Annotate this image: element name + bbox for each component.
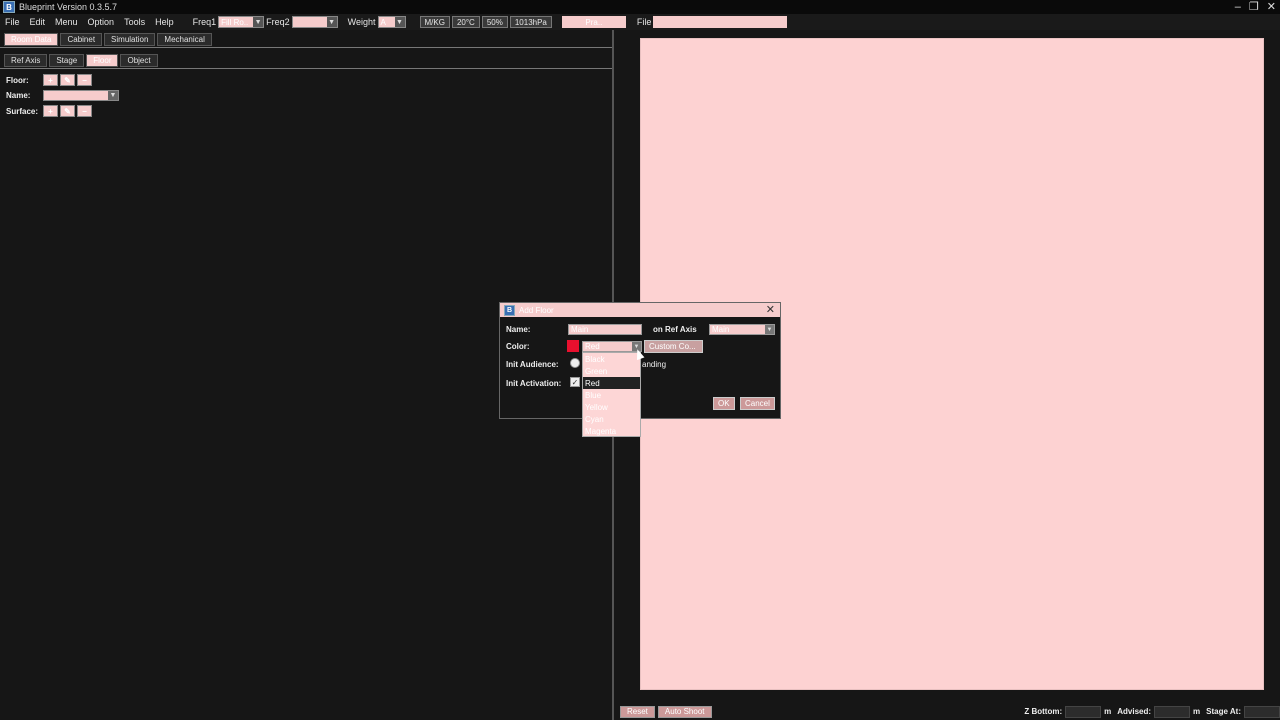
color-option-red[interactable]: Red xyxy=(583,377,640,389)
weight-select[interactable]: A ▼ xyxy=(377,16,406,28)
maximize-icon[interactable]: ❐ xyxy=(1249,0,1259,14)
tab-simulation[interactable]: Simulation xyxy=(104,33,156,46)
dialog-title-bar[interactable]: B Add Floor ✕ xyxy=(500,303,780,317)
z-bottom-unit: m xyxy=(1104,707,1112,716)
menu-edit[interactable]: Edit xyxy=(25,17,51,27)
main-tabs: Room Data Cabinet Simulation Mechanical xyxy=(4,33,212,46)
freq1-select[interactable]: Fill Ro.. ▼ xyxy=(218,16,265,28)
name-input[interactable]: Main xyxy=(568,324,642,335)
unit-mkg-button[interactable]: M/KG xyxy=(419,16,450,28)
tab-mechanical[interactable]: Mechanical xyxy=(157,33,212,46)
tab-divider xyxy=(0,47,612,48)
menu-option[interactable]: Option xyxy=(83,17,120,27)
tab-room-data[interactable]: Room Data xyxy=(4,33,59,46)
color-value: Red xyxy=(585,342,600,351)
unit-pressure-button[interactable]: 1013hPa xyxy=(509,16,552,28)
tab-floor[interactable]: Floor xyxy=(86,54,119,67)
remove-floor-button[interactable]: − xyxy=(77,74,92,86)
init-audience-label: Init Audience: xyxy=(506,360,559,369)
reset-button[interactable]: Reset xyxy=(620,705,655,718)
tab-object[interactable]: Object xyxy=(120,54,158,67)
minimize-icon[interactable]: – xyxy=(1235,0,1241,14)
subtab-divider xyxy=(0,68,612,69)
custom-color-button[interactable]: Custom Co... xyxy=(644,340,703,353)
menu-file[interactable]: File xyxy=(0,17,25,27)
title-bar: B Blueprint Version 0.3.5.7 – ❐ ✕ xyxy=(0,0,1280,14)
color-option-blue[interactable]: Blue xyxy=(583,389,640,401)
surface-row: Surface: + ✎ − xyxy=(6,105,94,117)
name-row: Name: ▼ xyxy=(6,90,119,101)
freq1-label: Freq1 xyxy=(192,17,217,27)
floor-label: Floor: xyxy=(6,75,29,85)
freq1-value: Fill Ro.. xyxy=(221,17,249,27)
color-option-magenta[interactable]: Magenta xyxy=(583,425,640,437)
name-label: Name: xyxy=(6,91,31,100)
surface-label: Surface: xyxy=(6,106,39,116)
tab-stage[interactable]: Stage xyxy=(49,54,85,67)
ok-button[interactable]: OK xyxy=(713,397,735,410)
file-label: File xyxy=(636,17,652,27)
advised-unit: m xyxy=(1193,707,1201,716)
tab-cabinet[interactable]: Cabinet xyxy=(60,33,103,46)
weight-label: Weight xyxy=(347,17,376,27)
advised-label: Advised: xyxy=(1117,707,1152,716)
file-field[interactable] xyxy=(653,16,788,28)
auto-shoot-button[interactable]: Auto Shoot xyxy=(657,705,712,718)
chevron-down-icon: ▼ xyxy=(326,17,337,27)
color-swatch xyxy=(567,340,579,352)
chevron-down-icon: ▼ xyxy=(394,17,405,27)
freq2-select[interactable]: ▼ xyxy=(291,16,338,28)
standing-label: anding xyxy=(642,360,667,369)
cancel-button[interactable]: Cancel xyxy=(740,397,775,410)
menu-help[interactable]: Help xyxy=(150,17,179,27)
menu-menu[interactable]: Menu xyxy=(50,17,83,27)
ref-axis-label: on Ref Axis xyxy=(653,325,697,334)
weight-value: A xyxy=(380,17,386,27)
init-activation-label: Init Activation: xyxy=(506,379,562,388)
color-dropdown-list: Black Green Red Blue Yellow Cyan Magenta xyxy=(582,352,641,437)
tab-ref-axis[interactable]: Ref Axis xyxy=(4,54,48,67)
pra-field[interactable]: Pra.. xyxy=(561,16,626,28)
remove-surface-button[interactable]: − xyxy=(77,105,92,117)
chevron-down-icon: ▼ xyxy=(765,325,774,334)
sub-tabs: Ref Axis Stage Floor Object xyxy=(4,54,158,67)
close-icon[interactable]: ✕ xyxy=(1267,0,1276,14)
unit-temperature-button[interactable]: 20°C xyxy=(451,16,480,28)
edit-surface-button[interactable]: ✎ xyxy=(60,105,75,117)
floor-row: Floor: + ✎ − xyxy=(6,74,94,86)
menu-bar: File Edit Menu Option Tools Help Freq1 F… xyxy=(0,14,1280,30)
z-bottom-input[interactable] xyxy=(1065,705,1102,718)
window-title: Blueprint Version 0.3.5.7 xyxy=(19,2,118,12)
floor-name-select[interactable]: ▼ xyxy=(43,90,119,101)
stage-at-label: Stage At: xyxy=(1206,707,1241,716)
stage-at-input[interactable] xyxy=(1244,705,1280,718)
name-label: Name: xyxy=(506,325,531,334)
edit-floor-button[interactable]: ✎ xyxy=(60,74,75,86)
z-bottom-label: Z Bottom: xyxy=(1024,707,1063,716)
color-label: Color: xyxy=(506,342,530,351)
chevron-down-icon: ▼ xyxy=(108,91,118,100)
freq2-label: Freq2 xyxy=(266,17,290,27)
color-option-black[interactable]: Black xyxy=(583,353,640,365)
color-option-yellow[interactable]: Yellow xyxy=(583,401,640,413)
color-option-green[interactable]: Green xyxy=(583,365,640,377)
bottom-toolbar: Reset Auto Shoot Z Bottom: m Advised: m … xyxy=(616,703,1280,720)
init-activation-checkbox[interactable]: ✓ xyxy=(570,377,580,387)
close-icon[interactable]: ✕ xyxy=(766,303,775,317)
app-icon: B xyxy=(3,1,15,13)
dialog-title: Add Floor xyxy=(519,305,554,315)
ref-axis-value: Main xyxy=(712,325,730,334)
advised-input[interactable] xyxy=(1154,705,1191,718)
ref-axis-select[interactable]: Main ▼ xyxy=(709,324,775,335)
add-floor-button[interactable]: + xyxy=(43,74,58,86)
app-icon: B xyxy=(504,304,515,316)
color-option-cyan[interactable]: Cyan xyxy=(583,413,640,425)
unit-humidity-button[interactable]: 50% xyxy=(481,16,508,28)
window-controls: – ❐ ✕ xyxy=(1235,0,1276,14)
chevron-down-icon: ▼ xyxy=(253,17,264,27)
init-audience-radio[interactable] xyxy=(570,358,580,368)
add-surface-button[interactable]: + xyxy=(43,105,58,117)
menu-tools[interactable]: Tools xyxy=(119,17,150,27)
